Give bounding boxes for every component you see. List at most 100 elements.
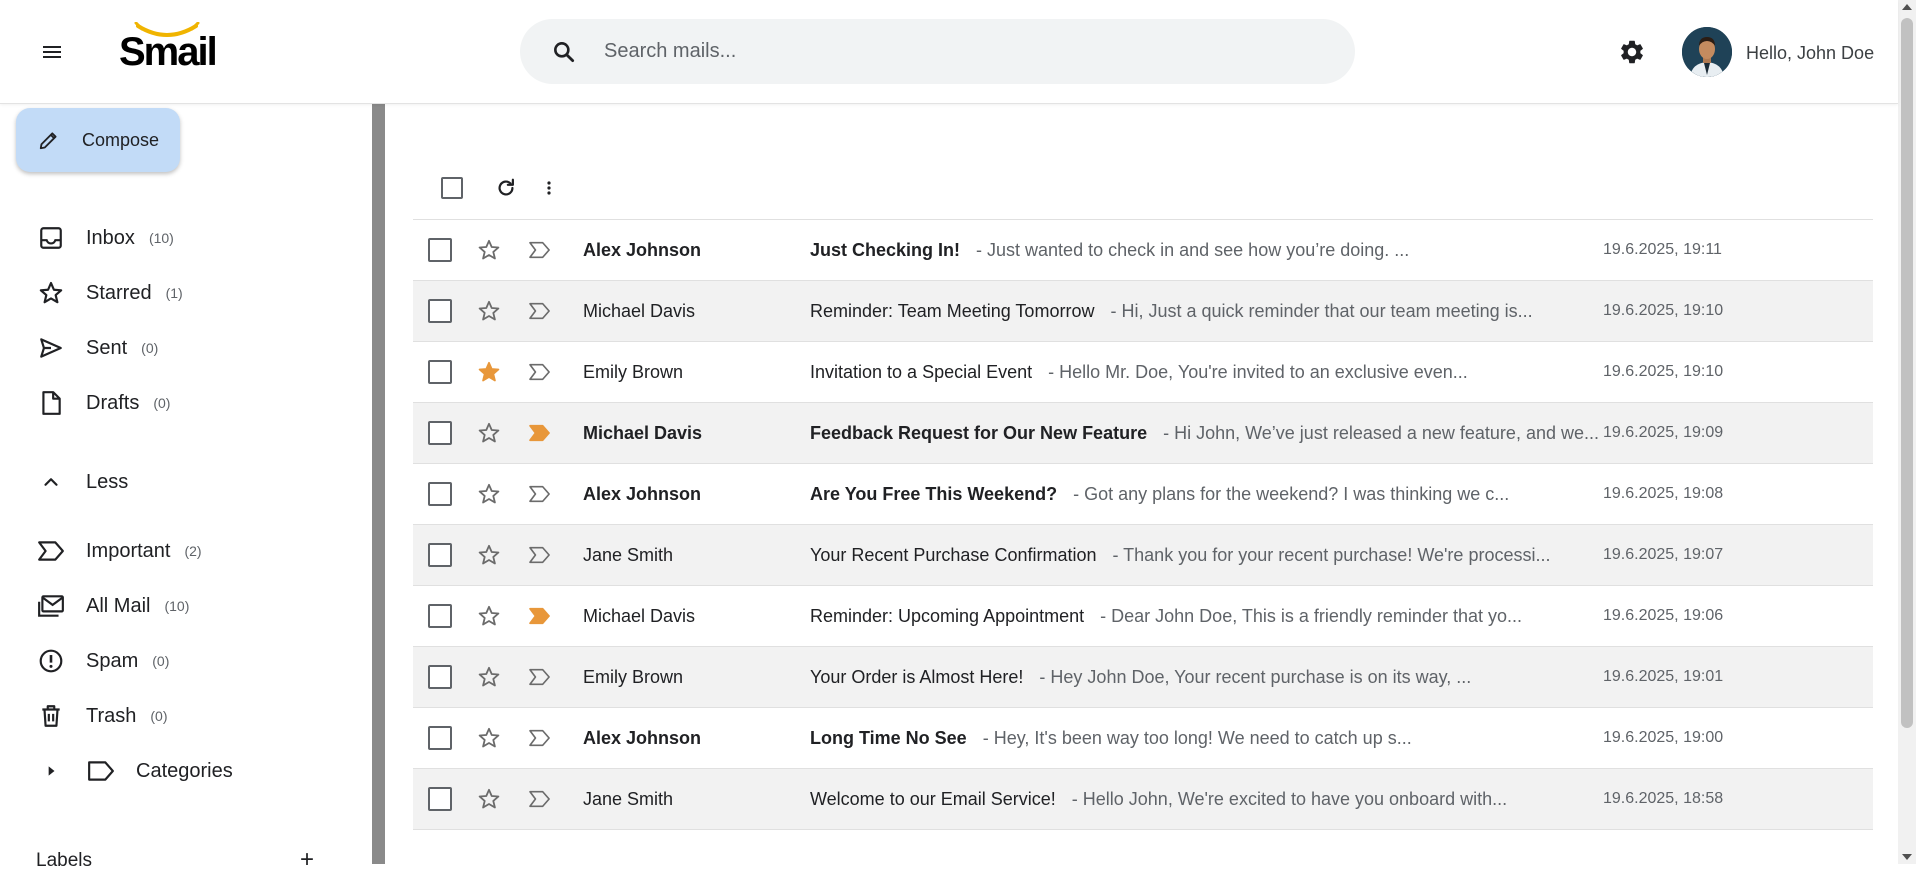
important-outline-icon[interactable]: [527, 665, 553, 689]
row-checkbox[interactable]: [428, 482, 452, 506]
email-sender: Michael Davis: [583, 300, 696, 321]
add-label-button[interactable]: +: [300, 846, 314, 874]
sidebar-item-label: Drafts: [86, 391, 140, 414]
sidebar-item-inbox[interactable]: Inbox (10): [36, 218, 174, 258]
sidebar-item-spam[interactable]: Spam (0): [36, 641, 169, 681]
important-outline-icon[interactable]: [527, 543, 553, 567]
important-outline-icon[interactable]: [527, 787, 553, 811]
sidebar-item-starred[interactable]: Starred (1): [36, 273, 183, 313]
sidebar-item-drafts[interactable]: Drafts (0): [36, 383, 170, 423]
search-input[interactable]: [604, 40, 1304, 63]
email-date: 19.6.2025, 19:06: [1603, 607, 1724, 624]
sidebar-item-categories[interactable]: Categories: [36, 751, 233, 791]
email-row[interactable]: Emily Brown Invitation to a Special Event…: [413, 342, 1873, 403]
star-outline-icon[interactable]: [477, 543, 501, 567]
row-checkbox[interactable]: [428, 665, 452, 689]
scroll-up-arrow-icon[interactable]: [1902, 4, 1912, 10]
app-logo[interactable]: Smail: [116, 20, 228, 76]
sidebar-item-label: Important: [86, 539, 171, 562]
email-row[interactable]: Alex Johnson Are You Free This Weekend? - …: [413, 464, 1873, 525]
star-outline-icon[interactable]: [477, 482, 501, 506]
row-checkbox[interactable]: [428, 299, 452, 323]
scroll-down-arrow-icon[interactable]: [1902, 854, 1912, 860]
email-row[interactable]: Jane Smith Welcome to our Email Service! -…: [413, 769, 1873, 830]
email-row[interactable]: Emily Brown Your Order is Almost Here! - H…: [413, 647, 1873, 708]
row-checkbox[interactable]: [428, 360, 452, 384]
search-bar[interactable]: [520, 19, 1355, 84]
less-label: Less: [86, 470, 129, 493]
email-subject: Reminder: Team Meeting Tomorrow: [810, 300, 1095, 321]
sidebar-item-important[interactable]: Important (2): [36, 531, 202, 571]
compose-button[interactable]: Compose: [16, 108, 180, 172]
email-snippet: - Dear John Doe, This is a friendly remi…: [1100, 605, 1522, 626]
important-marked-icon[interactable]: [527, 421, 553, 445]
email-subject: Just Checking In!: [810, 239, 961, 260]
star-outline-icon[interactable]: [477, 299, 501, 323]
more-vert-icon[interactable]: [537, 175, 561, 201]
menu-icon[interactable]: [34, 34, 70, 70]
inbox-icon: [36, 223, 66, 253]
email-sender: Michael Davis: [583, 422, 703, 443]
important-outline-icon[interactable]: [527, 360, 553, 384]
send-icon: [36, 333, 66, 363]
email-sender: Alex Johnson: [583, 727, 702, 748]
email-subject-line: Invitation to a Special Event - Hello Mr.…: [810, 362, 1468, 383]
pencil-icon: [36, 127, 62, 153]
email-date: 19.6.2025, 19:07: [1603, 546, 1724, 563]
email-sender: Michael Davis: [583, 605, 696, 626]
scrollbar-thumb[interactable]: [1901, 18, 1913, 728]
email-row[interactable]: Jane Smith Your Recent Purchase Confirmat…: [413, 525, 1873, 586]
row-checkbox[interactable]: [428, 543, 452, 567]
search-icon[interactable]: [540, 28, 588, 76]
important-outline-icon[interactable]: [527, 299, 553, 323]
email-row[interactable]: Alex Johnson Just Checking In! - Just want…: [413, 220, 1873, 281]
email-snippet: - Hi, Just a quick reminder that our tea…: [1110, 300, 1533, 321]
sidebar-item-label: Sent: [86, 336, 128, 359]
email-subject-line: Long Time No See - Hey, It's been way too…: [810, 728, 1412, 749]
email-date: 19.6.2025, 19:01: [1603, 668, 1724, 685]
row-checkbox[interactable]: [428, 421, 452, 445]
row-checkbox[interactable]: [428, 604, 452, 628]
sidebar-scrollbar[interactable]: [372, 104, 385, 864]
mail-list-panel: Alex Johnson Just Checking In! - Just want…: [385, 104, 1898, 864]
caret-right-icon: [36, 756, 66, 786]
select-all-checkbox[interactable]: [441, 177, 463, 199]
email-subject: Long Time No See: [810, 727, 967, 748]
important-outline-icon[interactable]: [527, 238, 553, 262]
email-row[interactable]: Michael Davis Reminder: Upcoming Appointm…: [413, 586, 1873, 647]
label-tag-icon: [86, 756, 116, 786]
sidebar-item-trash[interactable]: Trash (0): [36, 696, 168, 736]
star-outline-icon[interactable]: [477, 238, 501, 262]
sidebar-item-count: (10): [164, 598, 190, 614]
row-checkbox[interactable]: [428, 238, 452, 262]
email-row[interactable]: Alex Johnson Long Time No See - Hey, It's …: [413, 708, 1873, 769]
star-outline-icon[interactable]: [477, 421, 501, 445]
important-marked-icon[interactable]: [527, 604, 553, 628]
star-outline-icon[interactable]: [477, 787, 501, 811]
avatar[interactable]: [1682, 27, 1732, 77]
star-icon: [36, 278, 66, 308]
star-outline-icon[interactable]: [477, 665, 501, 689]
star-outline-icon[interactable]: [477, 726, 501, 750]
row-checkbox[interactable]: [428, 787, 452, 811]
sidebar-item-sent[interactable]: Sent (0): [36, 328, 158, 368]
sidebar-item-all-mail[interactable]: All Mail (10): [36, 586, 189, 626]
row-checkbox[interactable]: [428, 726, 452, 750]
important-outline-icon[interactable]: [527, 482, 553, 506]
settings-gear-icon[interactable]: [1614, 34, 1650, 70]
email-snippet: - Hello Mr. Doe, You're invited to an ex…: [1048, 361, 1468, 382]
email-row[interactable]: Michael Davis Feedback Request for Our Ne…: [413, 403, 1873, 464]
email-date: 19.6.2025, 19:10: [1603, 363, 1724, 380]
star-outline-icon[interactable]: [477, 604, 501, 628]
email-row[interactable]: Michael Davis Reminder: Team Meeting Tomo…: [413, 281, 1873, 342]
email-subject-line: Are You Free This Weekend? - Got any plan…: [810, 484, 1509, 505]
email-subject: Are You Free This Weekend?: [810, 483, 1058, 504]
email-snippet: - Hey John Doe, Your recent purchase is …: [1039, 666, 1472, 687]
important-outline-icon[interactable]: [527, 726, 553, 750]
sidebar-toggle-less[interactable]: Less: [36, 462, 128, 502]
star-filled-icon[interactable]: [477, 360, 501, 384]
email-sender: Jane Smith: [583, 788, 674, 809]
page-scrollbar[interactable]: [1898, 0, 1916, 864]
email-subject: Welcome to our Email Service!: [810, 788, 1056, 809]
refresh-icon[interactable]: [493, 175, 519, 201]
